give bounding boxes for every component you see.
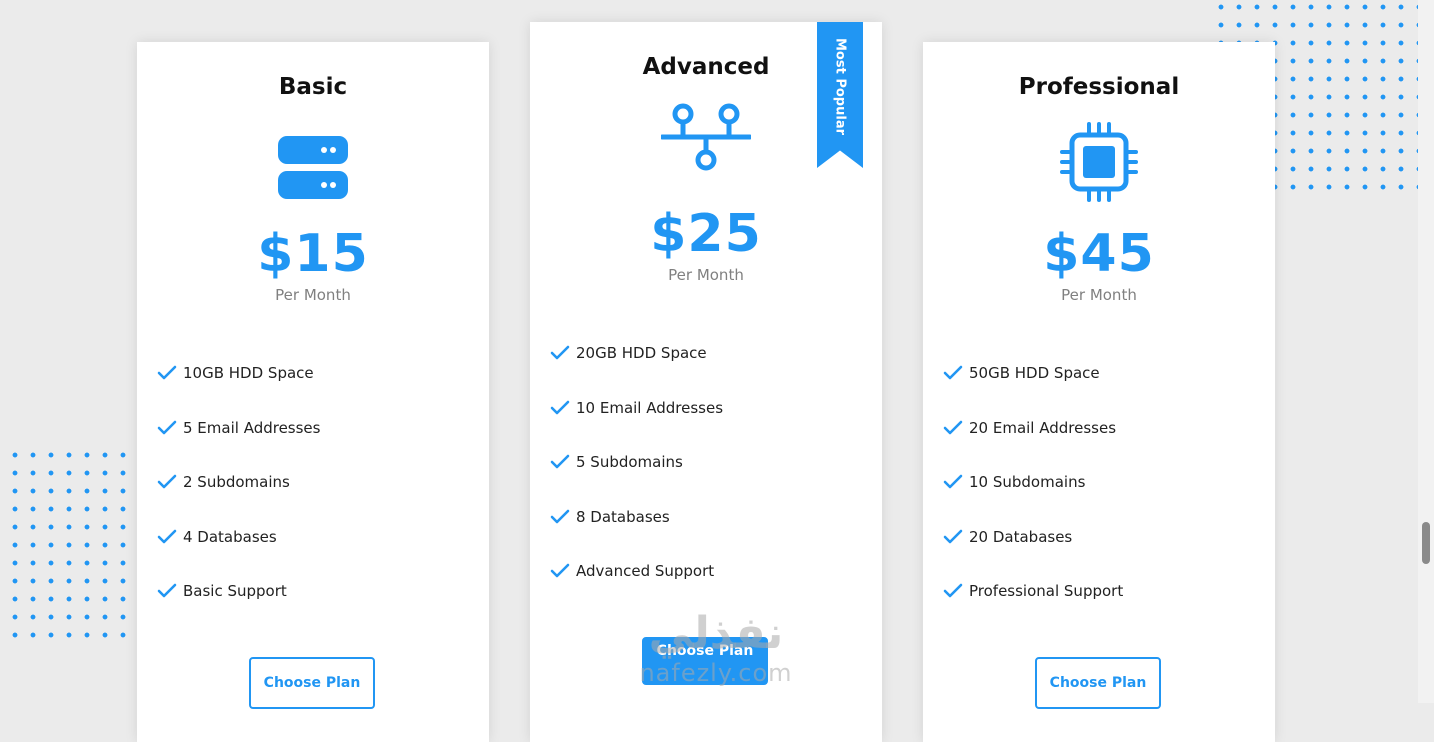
billing-period: Per Month [668,266,744,284]
feature-label: Professional Support [969,582,1124,601]
checkmark-icon [157,529,177,544]
checkmark-icon [943,420,963,435]
checkmark-icon [157,365,177,380]
plan-price: $25 [650,204,762,264]
scrollbar-thumb[interactable] [1422,522,1430,564]
checkmark-icon [157,474,177,489]
feature-item: Basic Support [157,564,489,619]
checkmark-icon [943,529,963,544]
pricing-card-advanced: Most Popular Advanced $25 Per Month 20GB… [530,22,882,742]
feature-list: 20GB HDD Space 10 Email Addresses 5 Subd… [550,326,882,599]
feature-item: 20 Databases [943,510,1275,565]
feature-item: Advanced Support [550,544,882,599]
ribbon-label: Most Popular [832,38,848,136]
checkmark-icon [157,583,177,598]
feature-item: 10 Subdomains [943,455,1275,510]
checkmark-icon [943,365,963,380]
pricing-card-basic: Basic $15 Per Month 10GB HDD Space 5 Ema… [137,42,489,742]
pricing-card-professional: Professional $45 Per Month 50GB HDD Spac… [923,42,1275,742]
checkmark-icon [550,345,570,360]
plan-price: $45 [1043,224,1155,284]
checkmark-icon [157,420,177,435]
feature-label: 50GB HDD Space [969,364,1100,383]
feature-item: 5 Email Addresses [157,401,489,456]
feature-label: Basic Support [183,582,287,601]
feature-label: 4 Databases [183,527,277,546]
page-scrollbar[interactable] [1418,0,1434,703]
feature-item: 8 Databases [550,490,882,545]
cpu-chip-icon [1060,122,1138,202]
feature-label: 20GB HDD Space [576,344,707,363]
feature-label: 8 Databases [576,507,670,526]
feature-item: 5 Subdomains [550,435,882,490]
network-icon [661,103,751,171]
plan-name: Basic [278,74,348,100]
checkmark-icon [550,454,570,469]
checkmark-icon [550,563,570,578]
feature-label: 5 Subdomains [576,453,683,472]
feature-label: 10 Email Addresses [576,398,724,417]
checkmark-icon [943,583,963,598]
choose-plan-button[interactable]: Choose Plan [1035,657,1161,709]
billing-period: Per Month [275,286,351,304]
feature-item: Professional Support [943,564,1275,619]
feature-item: 10 Email Addresses [550,381,882,436]
plan-price: $15 [257,224,369,284]
feature-label: 20 Email Addresses [969,418,1117,437]
billing-period: Per Month [1061,286,1137,304]
feature-label: 5 Email Addresses [183,418,321,437]
plan-name: Professional [1018,74,1180,100]
feature-label: Advanced Support [576,562,715,581]
feature-label: 2 Subdomains [183,473,290,492]
feature-label: 20 Databases [969,527,1073,546]
feature-item: 20 Email Addresses [943,401,1275,456]
feature-item: 10GB HDD Space [157,346,489,401]
feature-label: 10GB HDD Space [183,364,314,383]
checkmark-icon [550,509,570,524]
feature-list: 50GB HDD Space 20 Email Addresses 10 Sub… [943,346,1275,619]
checkmark-icon [943,474,963,489]
feature-item: 20GB HDD Space [550,326,882,381]
feature-list: 10GB HDD Space 5 Email Addresses 2 Subdo… [157,346,489,619]
feature-item: 4 Databases [157,510,489,565]
choose-plan-button[interactable]: Choose Plan [249,657,375,709]
most-popular-ribbon: Most Popular [817,22,863,168]
checkmark-icon [550,400,570,415]
server-icon [278,136,348,199]
decorative-dot-pattern-bottom-left [6,446,132,642]
feature-label: 10 Subdomains [969,473,1086,492]
feature-item: 2 Subdomains [157,455,489,510]
feature-item: 50GB HDD Space [943,346,1275,401]
choose-plan-button[interactable]: Choose Plan [642,637,768,685]
